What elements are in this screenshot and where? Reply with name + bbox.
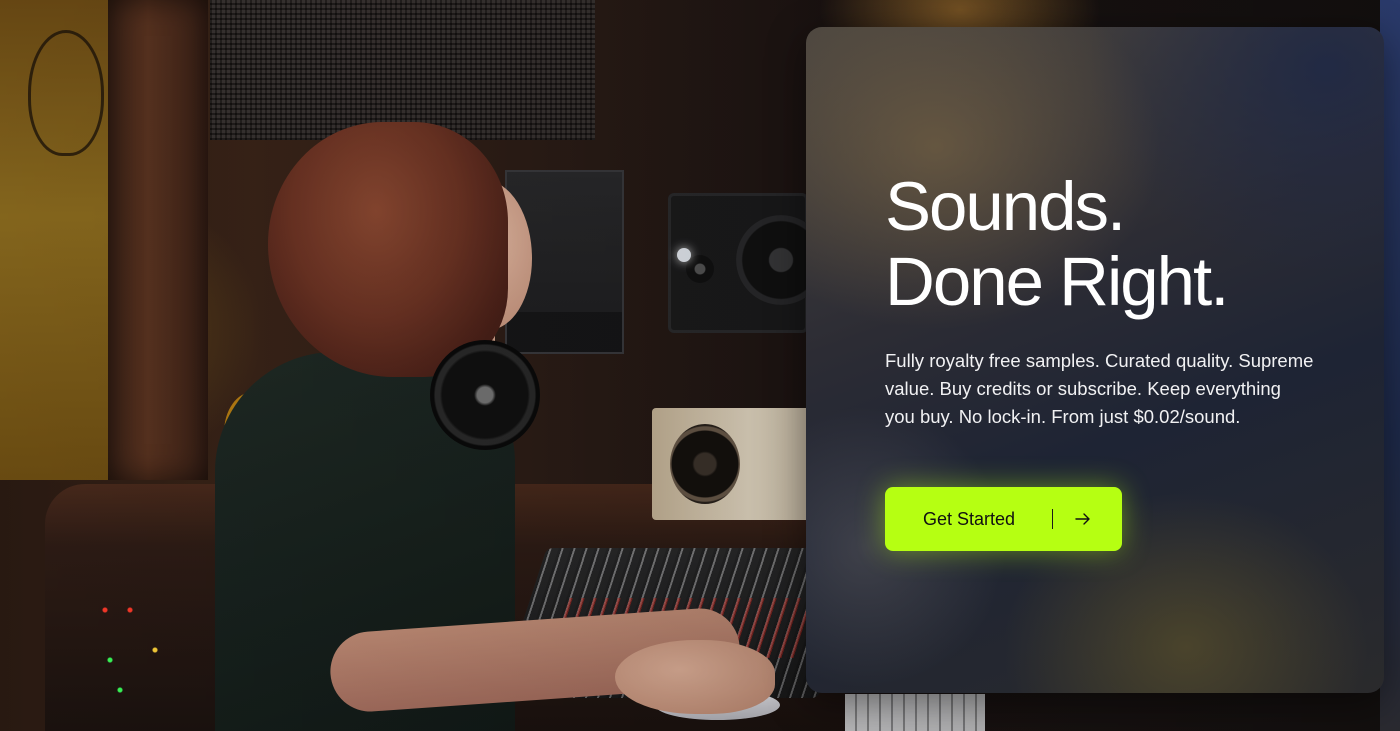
- hero-section: Sounds. Done Right. Fully royalty free s…: [0, 0, 1400, 731]
- hero-description: Fully royalty free samples. Curated qual…: [885, 350, 1314, 427]
- headline-line-1: Sounds.: [885, 168, 1126, 245]
- get-started-label: Get Started: [923, 509, 1016, 529]
- button-divider: [1052, 509, 1053, 529]
- hero-headline: Sounds. Done Right.: [885, 168, 1229, 320]
- get-started-button[interactable]: Get Started: [885, 487, 1122, 551]
- hero-card: Sounds. Done Right. Fully royalty free s…: [806, 27, 1384, 693]
- headline-line-2: Done Right.: [885, 243, 1229, 320]
- arrow-right-icon: [1075, 513, 1090, 525]
